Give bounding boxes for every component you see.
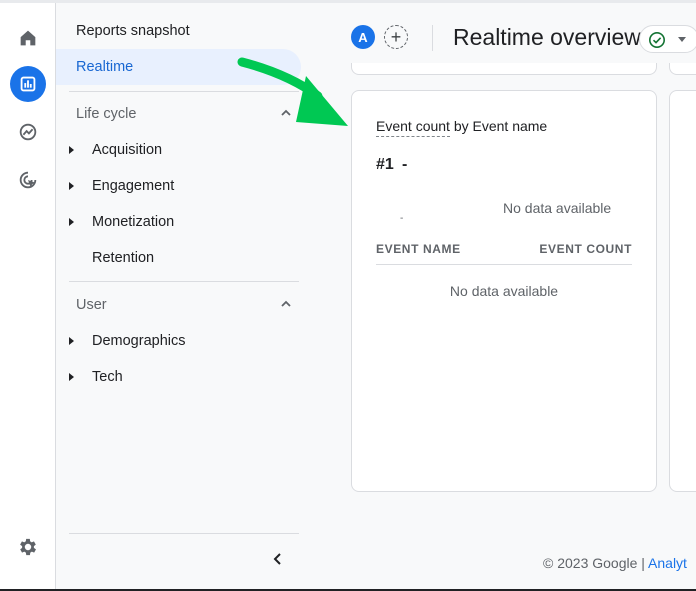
- avatar[interactable]: A: [351, 25, 375, 49]
- nav-item-label: Reports snapshot: [76, 23, 190, 39]
- nav-divider: [69, 533, 299, 534]
- settings-button[interactable]: [10, 529, 46, 565]
- nav-item-label: Monetization: [92, 214, 175, 230]
- expand-caret-icon: [69, 373, 74, 381]
- column-header-event-count[interactable]: EVENT COUNT: [539, 242, 632, 256]
- nav-item-tech[interactable]: Tech: [56, 359, 301, 395]
- nav-item-label: Tech: [92, 369, 123, 385]
- card-above: [351, 63, 657, 75]
- dimension-name: by Event name: [449, 118, 548, 134]
- header-divider: [432, 25, 433, 51]
- table-header-divider: [376, 264, 632, 265]
- section-title: User: [76, 297, 107, 313]
- chevron-left-icon: [273, 553, 281, 565]
- nav-item-label: Retention: [92, 250, 155, 266]
- mini-chart-placeholder: -: [400, 213, 404, 224]
- status-dropdown[interactable]: [639, 25, 696, 53]
- reports-icon: [20, 76, 36, 92]
- nav-divider: [69, 281, 299, 282]
- nav-section-user[interactable]: User: [76, 290, 301, 320]
- home-button[interactable]: [10, 20, 46, 56]
- settings-icon: [20, 538, 36, 556]
- nav-item-demographics[interactable]: Demographics: [56, 323, 301, 359]
- column-header-event-name[interactable]: EVENT NAME: [376, 242, 461, 256]
- advertising-icon: [19, 171, 37, 189]
- check-circle-icon: [649, 32, 665, 48]
- home-icon: [20, 30, 36, 46]
- nav-item-retention[interactable]: Retention: [56, 240, 301, 276]
- card-title: Event count by Event name: [376, 118, 548, 137]
- left-rail: [0, 3, 56, 589]
- expand-caret-icon: [69, 218, 74, 226]
- nav-item-label: Acquisition: [92, 142, 163, 158]
- page-title: Realtime overview: [453, 24, 641, 50]
- annotation-arrow-icon: [237, 57, 348, 126]
- advertising-button[interactable]: [10, 162, 46, 198]
- expand-caret-icon: [69, 182, 74, 190]
- nav-item-monetization[interactable]: Monetization: [56, 204, 301, 240]
- adjacent-card: [669, 90, 696, 492]
- nav-item-label: Engagement: [92, 178, 175, 194]
- event-count-card: Event count by Event name #1 - - No data…: [351, 90, 657, 492]
- reports-button[interactable]: [10, 66, 46, 102]
- footer: © 2023 Google | Analyt: [543, 555, 687, 571]
- metric-name[interactable]: Event count: [376, 118, 450, 137]
- table-no-data-message: No data available: [449, 283, 559, 299]
- analytics-link[interactable]: Analyt: [648, 555, 687, 571]
- rank-value: -: [402, 156, 408, 173]
- collapse-nav-button[interactable]: [266, 547, 290, 571]
- nav-item-reports-snapshot[interactable]: Reports snapshot: [56, 13, 301, 49]
- nav-item-engagement[interactable]: Engagement: [56, 168, 301, 204]
- copyright-text: © 2023 Google |: [543, 555, 649, 571]
- nav-item-acquisition[interactable]: Acquisition: [56, 132, 301, 168]
- main-content: Event count by Event name #1 - - No data…: [320, 63, 696, 589]
- expand-caret-icon: [69, 337, 74, 345]
- no-data-message: No data available: [503, 200, 612, 216]
- nav-item-label: Demographics: [92, 333, 186, 349]
- card-above-right: [669, 63, 696, 75]
- explore-icon: [19, 123, 37, 141]
- expand-caret-icon: [69, 146, 74, 154]
- rank-label: #1: [376, 156, 394, 173]
- chevron-up-icon: [281, 300, 291, 307]
- add-comparison-button[interactable]: +: [384, 25, 408, 49]
- dropdown-arrow-icon: [678, 37, 686, 42]
- section-title: Life cycle: [76, 106, 137, 122]
- page-header: A + Realtime overview: [320, 3, 696, 69]
- nav-item-label: Realtime: [76, 59, 134, 75]
- explore-button[interactable]: [10, 114, 46, 150]
